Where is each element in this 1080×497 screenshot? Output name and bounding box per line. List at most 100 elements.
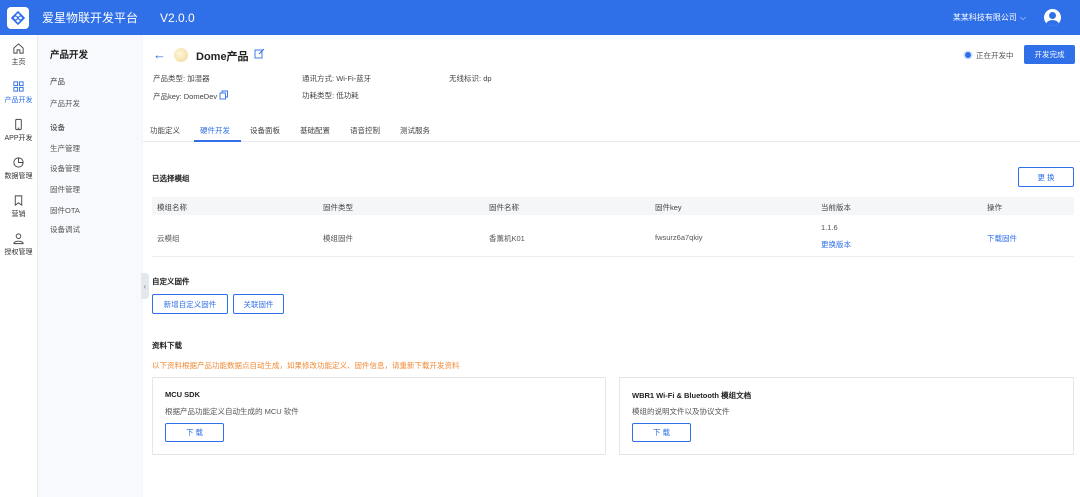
meta-label: 产品key:	[153, 91, 182, 101]
meta-label: 无线标识:	[449, 74, 482, 83]
cell-firmware-type: 模组固件	[323, 234, 353, 243]
meta-label: 产品类型:	[153, 74, 186, 83]
tab-test-service[interactable]: 测试服务	[400, 125, 430, 136]
submenu-item-firmware-mgmt[interactable]: 固件管理	[50, 184, 80, 195]
phone-icon	[15, 118, 22, 130]
submenu-item-device-mgmt[interactable]: 设备管理	[50, 163, 80, 174]
meta-comm-method: 通讯方式: Wi-Fi-蓝牙	[302, 73, 371, 84]
tab-hardware-dev[interactable]: 硬件开发	[200, 125, 230, 136]
column-header: 固件名称	[489, 203, 519, 212]
meta-product-key: 产品key: DomeDev	[153, 90, 229, 102]
download-module-docs-button[interactable]: 下 载	[632, 423, 691, 442]
selected-module-title: 已选择模组	[152, 174, 190, 183]
meta-value: DomeDev	[183, 91, 218, 101]
app-title: 爱星物联开发平台	[42, 11, 139, 25]
submenu-item-device-debug[interactable]: 设备调试	[50, 224, 80, 235]
downloads-title: 资料下载	[152, 341, 182, 350]
bookmark-icon	[14, 194, 23, 206]
status-dot-icon	[965, 52, 971, 58]
download-card-module-docs: WBR1 Wi-Fi & Bluetooth 模组文档 模组的说明文件以及协议文…	[619, 377, 1074, 455]
tab-basic-config[interactable]: 基础配置	[300, 125, 330, 136]
user-icon	[13, 232, 24, 244]
complete-dev-button[interactable]: 开发完成	[1024, 45, 1075, 64]
cell-firmware-key: fwsurz6a7qkiy	[655, 233, 703, 242]
active-tab-indicator	[194, 140, 241, 142]
nav-label-data-mgmt: 数据管理	[4, 172, 33, 180]
nav-label-marketing: 营销	[11, 210, 26, 218]
card-desc: 根据产品功能定义自动生成的 MCU 软件	[165, 407, 299, 416]
dev-status: 正在开发中	[976, 51, 1014, 60]
submenu-title: 产品开发	[50, 50, 89, 61]
left-nav: 主页 产品开发 APP开发 数据管理 营销 授权管理	[0, 35, 38, 497]
collapse-sidebar-handle[interactable]: ‹	[141, 273, 149, 299]
downloads-notice: 以下资料根据产品功能数据点自动生成，如果修改功能定义、固件信息，请重新下载开发资…	[152, 361, 460, 370]
change-version-link[interactable]: 更换版本	[821, 239, 851, 250]
nav-label-auth-mgmt: 授权管理	[4, 248, 33, 256]
meta-label: 通讯方式:	[302, 74, 335, 83]
company-name: 某某科技有限公司	[952, 13, 1017, 22]
card-title: MCU SDK	[165, 390, 200, 399]
nav-label-app-dev: APP开发	[4, 134, 33, 142]
download-card-mcu-sdk: MCU SDK 根据产品功能定义自动生成的 MCU 软件 下 载	[152, 377, 606, 455]
app-version: V2.0.0	[160, 10, 195, 25]
download-mcu-sdk-button[interactable]: 下 载	[165, 423, 224, 442]
cell-firmware-name: 香薰机K01	[489, 234, 525, 243]
custom-firmware-title: 自定义固件	[152, 277, 190, 286]
user-avatar-icon[interactable]	[1044, 9, 1061, 26]
column-header: 固件类型	[323, 203, 353, 212]
meta-value: 加湿器	[187, 74, 210, 83]
nav-item-auth-mgmt[interactable]: 授权管理	[0, 225, 37, 263]
add-custom-firmware-button[interactable]: 新增自定义固件	[152, 294, 228, 314]
divider	[152, 256, 1074, 257]
meta-value: 低功耗	[336, 91, 359, 100]
meta-value: dp	[483, 74, 492, 83]
sub-menu: 产品开发 产品 产品开发 设备 生产管理 设备管理 固件管理 固件OTA 设备调…	[38, 35, 142, 497]
column-header: 模组名称	[157, 203, 187, 212]
submenu-item-product-dev[interactable]: 产品开发	[50, 98, 80, 109]
submenu-item-production[interactable]: 生产管理	[50, 143, 80, 154]
link-firmware-button[interactable]: 关联固件	[233, 294, 284, 314]
pie-chart-icon	[13, 156, 24, 168]
edit-icon[interactable]	[254, 48, 265, 61]
copy-icon[interactable]	[219, 90, 229, 102]
change-module-button[interactable]: 更 换	[1018, 167, 1074, 187]
grid-icon	[13, 80, 24, 92]
meta-label: 功耗类型:	[302, 91, 335, 100]
column-header: 当前版本	[821, 203, 851, 212]
back-arrow-icon[interactable]: ←	[153, 47, 166, 62]
module-table-header: 模组名称 固件类型 固件名称 固件key 当前版本 操作	[152, 197, 1074, 215]
card-desc: 模组的说明文件以及协议文件	[632, 407, 730, 416]
nav-item-product-dev[interactable]: 产品开发	[0, 73, 37, 111]
product-image-icon	[174, 48, 188, 62]
nav-label-product-dev: 产品开发	[4, 96, 33, 104]
meta-product-type: 产品类型: 加湿器	[153, 73, 210, 84]
meta-power-type: 功耗类型: 低功耗	[302, 90, 359, 101]
nav-label-home: 主页	[11, 58, 26, 66]
column-header: 操作	[987, 203, 1002, 212]
main-content: ← Dome产品 正在开发中 开发完成 产品类型: 加湿器 通讯方式: Wi-F…	[143, 35, 1080, 497]
top-bar: 爱星物联开发平台 V2.0.0 某某科技有限公司 ⌵	[0, 0, 1080, 35]
nav-item-app-dev[interactable]: APP开发	[0, 111, 37, 149]
app-logo-icon[interactable]	[7, 6, 29, 29]
meta-wireless-id: 无线标识: dp	[449, 73, 492, 84]
submenu-item-firmware-ota[interactable]: 固件OTA	[50, 205, 80, 216]
tab-device-panel[interactable]: 设备面板	[250, 125, 280, 136]
product-name: Dome产品	[196, 51, 249, 63]
cell-version: 1.1.6	[821, 223, 838, 232]
card-title: WBR1 Wi-Fi & Bluetooth 模组文档	[632, 391, 752, 400]
nav-item-marketing[interactable]: 营销	[0, 187, 37, 225]
column-header: 固件key	[655, 203, 682, 212]
submenu-group-device: 设备	[50, 123, 65, 132]
tab-function-def[interactable]: 功能定义	[150, 125, 180, 136]
download-firmware-link[interactable]: 下载固件	[987, 233, 1017, 244]
nav-item-home[interactable]: 主页	[0, 35, 37, 73]
cell-module-name: 云模组	[157, 234, 180, 243]
tab-bar: 功能定义 硬件开发 设备面板 基础配置 语音控制 测试服务	[143, 121, 1080, 142]
home-icon	[13, 42, 24, 54]
company-dropdown[interactable]: 某某科技有限公司 ⌵	[953, 12, 1026, 23]
submenu-group-product: 产品	[50, 77, 65, 86]
nav-item-data-mgmt[interactable]: 数据管理	[0, 149, 37, 187]
meta-value: Wi-Fi-蓝牙	[336, 74, 372, 83]
tab-voice-control[interactable]: 语音控制	[350, 125, 380, 136]
chevron-down-icon: ⌵	[1019, 12, 1026, 22]
